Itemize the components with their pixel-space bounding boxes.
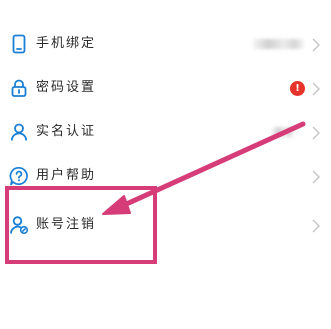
- phone-icon: [9, 34, 29, 54]
- chevron-right-icon: [310, 126, 322, 140]
- chevron-right-icon: [310, 82, 322, 96]
- phone-number-value: [253, 39, 305, 49]
- chevron-right-icon: [310, 170, 322, 184]
- menu-item-label: 实名认证: [36, 124, 97, 139]
- settings-menu-list: 手机绑定 密码设置 ! 实名认证 用户帮助 账号注销: [0, 0, 331, 329]
- menu-item-password-settings[interactable]: 密码设置 !: [0, 66, 331, 110]
- menu-item-label: 密码设置: [36, 80, 97, 95]
- menu-item-label: 手机绑定: [36, 36, 97, 51]
- help-icon: [9, 166, 29, 186]
- menu-item-label: 用户帮助: [36, 168, 97, 183]
- alert-badge: !: [290, 81, 305, 96]
- verification-status-value: [272, 127, 294, 137]
- menu-item-label: 账号注销: [36, 217, 97, 232]
- menu-item-user-help[interactable]: 用户帮助: [0, 154, 331, 198]
- lock-icon: [9, 78, 29, 98]
- person-icon: [9, 122, 29, 142]
- menu-item-real-name-verification[interactable]: 实名认证: [0, 110, 331, 154]
- menu-item-phone-binding[interactable]: 手机绑定: [0, 22, 331, 66]
- chevron-right-icon: [310, 38, 322, 52]
- person-remove-icon: [9, 215, 29, 235]
- menu-item-account-deactivation[interactable]: 账号注销: [0, 203, 331, 247]
- chevron-right-icon: [310, 219, 322, 233]
